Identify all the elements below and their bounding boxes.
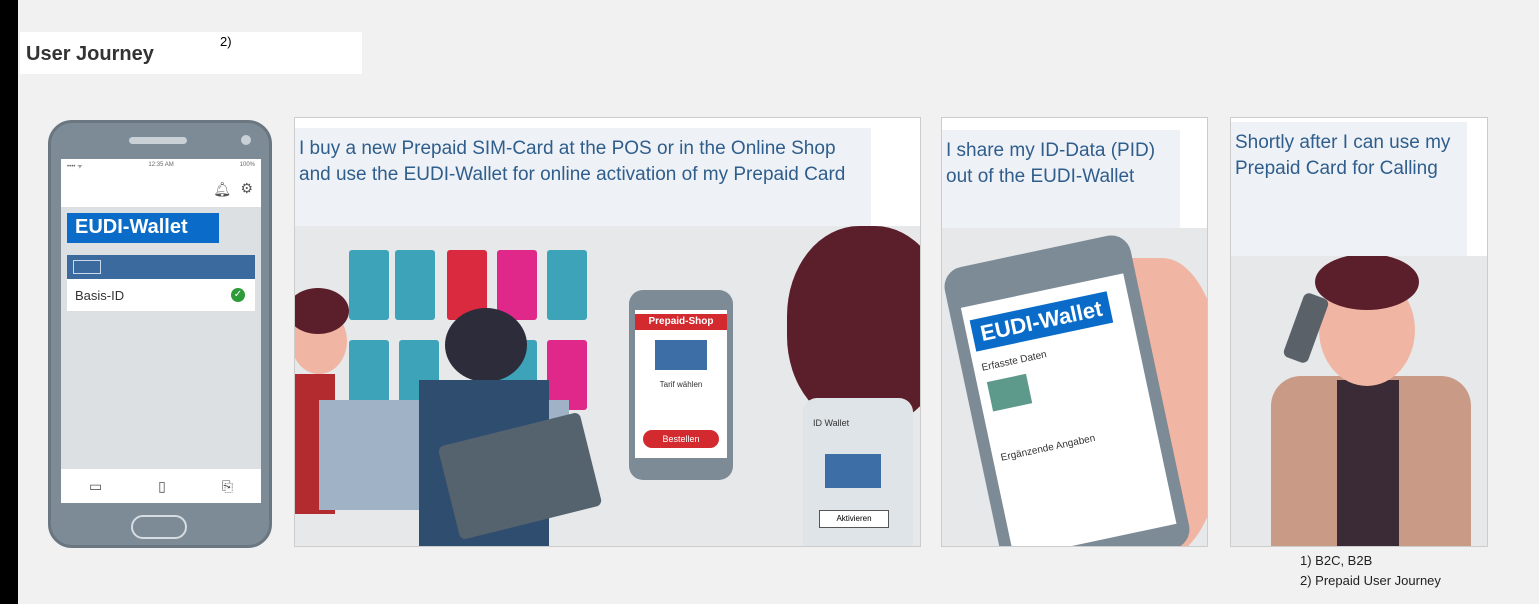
- phone-camera: [241, 135, 251, 145]
- id-photo: [986, 373, 1033, 412]
- eudi-wallet-screen: EUDI-Wallet Erfasste Daten Ergänzende An…: [960, 273, 1177, 546]
- user-hair: [787, 226, 920, 426]
- wallet-tab-icon[interactable]: ▭: [89, 478, 102, 495]
- eudi-wallet-title: EUDI-Wallet: [969, 291, 1114, 352]
- sim-card-pack: [349, 250, 389, 320]
- journey-panel-purchase: Prepaid-Shop Tarif wählen Bestellen ID W…: [294, 117, 921, 547]
- title-footnote-ref: 2): [220, 34, 232, 49]
- check-icon: ✓: [231, 288, 245, 302]
- page-title: User Journey: [26, 43, 154, 65]
- status-bar: •••• ᯤ 12:35 AM 100%: [61, 159, 261, 173]
- scan-tab-icon[interactable]: ⎘: [222, 478, 233, 495]
- captured-data-label: Erfasste Daten: [980, 349, 1048, 374]
- id-card-header: [67, 255, 255, 279]
- id-card-icon: [73, 260, 101, 274]
- sim-card-pack: [395, 250, 435, 320]
- footnote-2: 2) Prepaid User Journey: [1300, 573, 1441, 588]
- journey-panel-share-id: EUDI-Wallet Erfasste Daten Ergänzende An…: [941, 117, 1208, 547]
- caption-calling: Shortly after I can use my Prepaid Card …: [1231, 122, 1467, 256]
- shop-phone: Prepaid-Shop Tarif wählen Bestellen: [629, 290, 733, 480]
- app-title: EUDI-Wallet: [67, 213, 219, 243]
- caller-hair: [1315, 254, 1419, 310]
- gear-icon[interactable]: ⚙: [240, 180, 253, 197]
- caption-purchase: I buy a new Prepaid SIM-Card at the POS …: [295, 128, 871, 226]
- battery-status: 100%: [239, 162, 255, 168]
- wallet-phone-small: ID Wallet Aktivieren: [803, 398, 913, 546]
- caller-shirt: [1337, 380, 1399, 546]
- footnote-1: 1) B2C, B2B: [1300, 553, 1373, 568]
- caption-share-id: I share my ID-Data (PID) out of the EUDI…: [942, 130, 1180, 228]
- sim-card-image: [655, 340, 707, 370]
- sim-card-pack: [497, 250, 537, 320]
- shop-phone-screen: Prepaid-Shop Tarif wählen Bestellen: [635, 310, 727, 458]
- documents-tab-icon[interactable]: ▯: [158, 478, 166, 495]
- app-header: 🔔︎ ⚙: [61, 173, 261, 207]
- phone-screen: •••• ᯤ 12:35 AM 100% 🔔︎ ⚙ EUDI-Wallet Ba…: [61, 159, 261, 503]
- phone-speaker: [129, 137, 187, 144]
- order-button: Bestellen: [643, 430, 719, 448]
- signal-icon: •••• ᯤ: [67, 164, 83, 170]
- customer-hair: [445, 308, 527, 382]
- activate-button: Aktivieren: [819, 510, 889, 528]
- shop-header: Prepaid-Shop: [635, 314, 727, 330]
- credential-label: Basis-ID: [75, 288, 125, 303]
- additional-info-label: Ergänzende Angaben: [999, 432, 1097, 464]
- id-card-image: [825, 454, 881, 488]
- wallet-phone-mockup: •••• ᯤ 12:35 AM 100% 🔔︎ ⚙ EUDI-Wallet Ba…: [48, 120, 272, 548]
- status-time: 12:35 AM: [148, 162, 174, 168]
- tab-bar: ▭ ▯ ⎘: [61, 469, 261, 503]
- journey-panel-calling: Shortly after I can use my Prepaid Card …: [1230, 117, 1488, 547]
- bell-icon[interactable]: 🔔︎: [213, 181, 231, 198]
- title-box: User Journey 2): [20, 32, 362, 74]
- credential-item[interactable]: Basis-ID ✓: [67, 279, 255, 311]
- id-wallet-label: ID Wallet: [813, 418, 850, 428]
- tarif-label: Tarif wählen: [659, 380, 703, 389]
- sim-card-pack: [547, 250, 587, 320]
- home-button: [131, 515, 187, 539]
